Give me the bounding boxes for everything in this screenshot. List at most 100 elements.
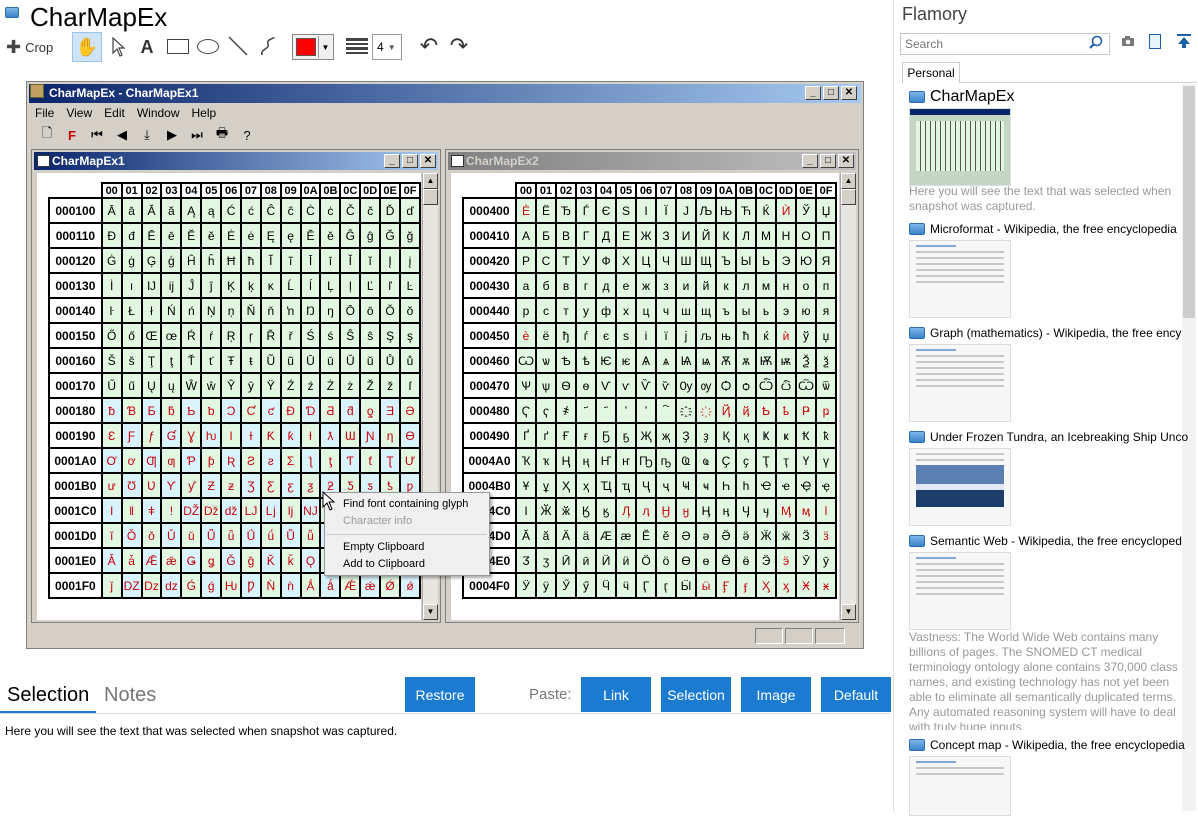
glyph-cell[interactable]: Ǹ xyxy=(259,572,282,599)
glyph-cell[interactable]: э xyxy=(775,297,797,324)
glyph-cell[interactable]: Ĵ xyxy=(180,272,203,299)
glyph-cell[interactable]: Ъ xyxy=(715,247,737,274)
glyph-cell[interactable]: Ł xyxy=(120,297,143,324)
glyph-cell[interactable]: П xyxy=(815,222,837,249)
paste-selection-button[interactable]: Selection xyxy=(661,677,731,712)
glyph-cell[interactable]: ѩ xyxy=(695,347,717,374)
glyph-cell[interactable]: Ƣ xyxy=(140,447,163,474)
glyph-cell[interactable]: ӫ xyxy=(735,547,757,574)
glyph-cell[interactable]: Ʃ xyxy=(279,447,302,474)
glyph-cell[interactable]: Ƙ xyxy=(259,422,282,449)
glyph-cell[interactable]: Ŀ xyxy=(399,272,421,299)
glyph-cell[interactable]: į xyxy=(399,247,421,274)
glyph-cell[interactable]: Ѷ xyxy=(635,372,657,399)
glyph-cell[interactable]: Ǫ xyxy=(299,547,322,574)
glyph-cell[interactable]: ж xyxy=(635,272,657,299)
glyph-cell[interactable]: ӄ xyxy=(595,497,617,524)
glyph-cell[interactable]: Ѵ xyxy=(595,372,617,399)
glyph-cell[interactable]: ѕ xyxy=(615,322,637,349)
glyph-cell[interactable]: т xyxy=(555,297,577,324)
glyph-cell[interactable]: Ż xyxy=(319,372,342,399)
glyph-cell[interactable]: ѿ xyxy=(815,372,837,399)
glyph-cell[interactable]: ĵ xyxy=(200,272,223,299)
glyph-cell[interactable]: Ǵ xyxy=(180,572,203,599)
rectangle-tool-button[interactable] xyxy=(166,36,190,56)
glyph-cell[interactable]: œ xyxy=(160,322,183,349)
glyph-cell[interactable]: ĸ xyxy=(259,272,282,299)
glyph-cell[interactable]: Ђ xyxy=(555,197,577,224)
glyph-cell[interactable]: Ӹ xyxy=(675,572,697,599)
glyph-cell[interactable]: Ѿ xyxy=(795,372,817,399)
glyph-cell[interactable]: Ӽ xyxy=(755,572,777,599)
glyph-cell[interactable]: ӎ xyxy=(795,497,817,524)
glyph-cell[interactable]: ә xyxy=(695,522,717,549)
glyph-cell[interactable]: ď xyxy=(399,197,421,224)
glyph-cell[interactable]: ų xyxy=(160,372,183,399)
glyph-cell[interactable]: Ҩ xyxy=(675,447,697,474)
glyph-cell[interactable]: ю xyxy=(795,297,817,324)
glyph-cell[interactable]: Ŕ xyxy=(180,322,203,349)
glyph-cell[interactable]: ƌ xyxy=(339,397,362,424)
freehand-tool-button[interactable] xyxy=(257,34,279,58)
glyph-cell[interactable]: ѯ xyxy=(815,347,837,374)
document-icon[interactable] xyxy=(1149,34,1161,49)
search-icon[interactable] xyxy=(1089,35,1103,52)
glyph-cell[interactable]: ӳ xyxy=(575,572,597,599)
redo-button[interactable]: ↷ xyxy=(446,32,472,60)
glyph-cell[interactable]: ǒ xyxy=(140,522,163,549)
glyph-cell[interactable]: Ж xyxy=(635,222,657,249)
glyph-cell[interactable]: ư xyxy=(100,472,123,499)
glyph-cell[interactable]: ҋ xyxy=(735,397,757,424)
glyph-cell[interactable]: Ӊ xyxy=(695,497,717,524)
glyph-cell[interactable]: Ǚ xyxy=(279,522,302,549)
glyph-cell[interactable]: Ҁ xyxy=(515,397,537,424)
glyph-cell[interactable]: ŕ xyxy=(200,322,223,349)
glyph-cell[interactable]: Ө xyxy=(675,547,697,574)
glyph-cell[interactable]: ӈ xyxy=(675,497,697,524)
glyph-cell[interactable]: Ѓ xyxy=(575,197,597,224)
glyph-cell[interactable]: ŗ xyxy=(240,322,262,349)
glyph-cell[interactable]: Ĉ xyxy=(259,197,282,224)
glyph-cell[interactable]: Ő xyxy=(100,322,123,349)
crop-button[interactable]: ✚ Crop xyxy=(6,36,53,58)
glyph-cell[interactable]: ń xyxy=(180,297,203,324)
glyph-cell[interactable]: ї xyxy=(655,322,677,349)
glyph-cell[interactable]: Є xyxy=(595,197,617,224)
glyph-cell[interactable]: ǲ xyxy=(140,572,163,599)
glyph-cell[interactable]: р xyxy=(515,297,537,324)
glyph-cell[interactable]: ѻ xyxy=(735,372,757,399)
glyph-cell[interactable]: Ŝ xyxy=(339,322,362,349)
glyph-cell[interactable]: Ы xyxy=(735,247,757,274)
glyph-cell[interactable]: ӓ xyxy=(575,522,597,549)
glyph-cell[interactable]: Ƶ xyxy=(200,472,223,499)
glyph-cell[interactable]: Ш xyxy=(675,247,697,274)
glyph-cell[interactable]: ҄ xyxy=(595,397,617,424)
glyph-cell[interactable]: ѓ xyxy=(575,322,597,349)
glyph-cell[interactable]: Ʊ xyxy=(120,472,143,499)
glyph-cell[interactable]: ł xyxy=(140,297,163,324)
glyph-cell[interactable]: ӝ xyxy=(775,522,797,549)
glyph-cell[interactable]: Ŧ xyxy=(220,347,243,374)
glyph-cell[interactable]: ѳ xyxy=(575,372,597,399)
glyph-cell[interactable]: ū xyxy=(319,347,342,374)
glyph-cell[interactable]: ć xyxy=(240,197,262,224)
glyph-cell[interactable]: є xyxy=(595,322,617,349)
glyph-cell[interactable]: ш xyxy=(675,297,697,324)
glyph-cell[interactable]: ү xyxy=(815,447,837,474)
glyph-cell[interactable]: Ŵ xyxy=(180,372,203,399)
glyph-cell[interactable]: Ӌ xyxy=(735,497,757,524)
glyph-cell[interactable]: Ɗ xyxy=(299,397,322,424)
glyph-cell[interactable]: Ķ xyxy=(220,272,243,299)
glyph-cell[interactable]: Ұ xyxy=(515,472,537,499)
glyph-cell[interactable]: ӆ xyxy=(635,497,657,524)
glyph-cell[interactable]: ǘ xyxy=(259,522,282,549)
glyph-cell[interactable]: ѷ xyxy=(655,372,677,399)
glyph-cell[interactable]: Ӛ xyxy=(715,522,737,549)
glyph-cell[interactable]: Ÿ xyxy=(259,372,282,399)
glyph-cell[interactable]: ř xyxy=(279,322,302,349)
glyph-cell[interactable]: ҡ xyxy=(535,447,557,474)
glyph-cell[interactable]: ŝ xyxy=(359,322,382,349)
glyph-cell[interactable]: Ǔ xyxy=(160,522,183,549)
glyph-cell[interactable]: ś xyxy=(319,322,342,349)
glyph-cell[interactable]: Ǩ xyxy=(259,547,282,574)
